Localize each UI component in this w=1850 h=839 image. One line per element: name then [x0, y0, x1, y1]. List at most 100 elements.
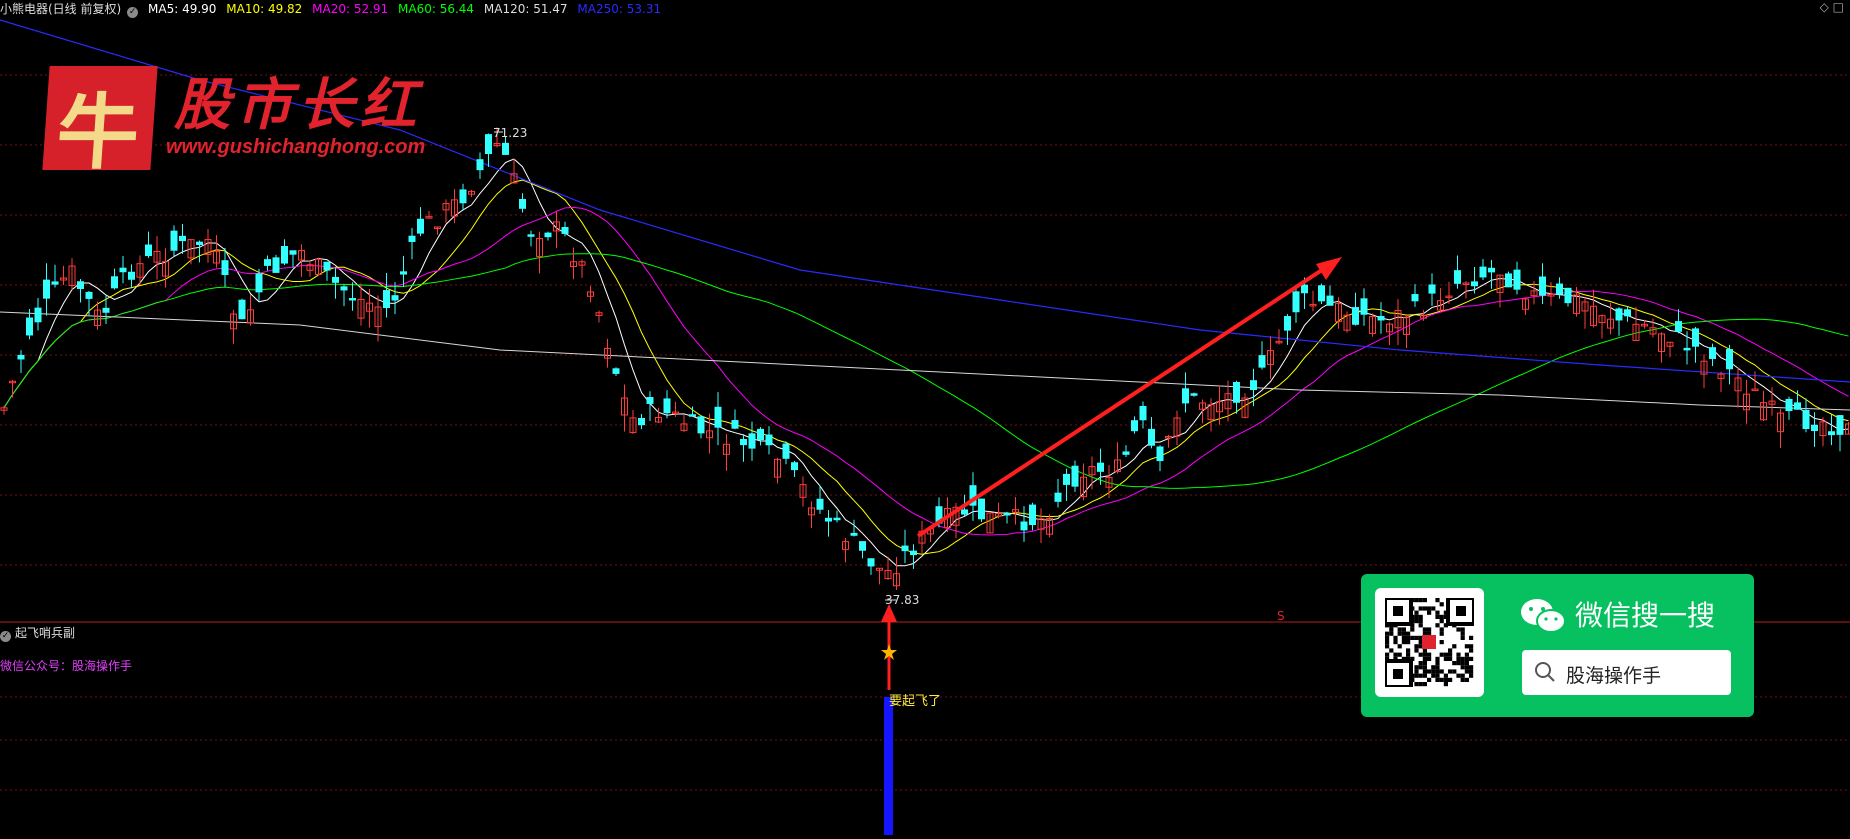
candle-body: [289, 250, 297, 255]
qr-module: [1464, 652, 1469, 657]
low-price-label: 37.83: [885, 593, 920, 607]
qr-module: [1448, 669, 1453, 674]
qr-module: [1435, 614, 1440, 619]
qr-module: [1439, 669, 1444, 674]
qr-module: [1443, 656, 1448, 661]
candle-body: [1292, 291, 1300, 313]
candle-body: [1539, 276, 1546, 296]
qr-module: [1406, 648, 1411, 653]
candle-body: [332, 276, 339, 283]
qr-module: [1422, 673, 1427, 678]
qr-module: [1464, 669, 1469, 674]
candle-body: [1751, 388, 1759, 392]
qr-module: [1439, 627, 1444, 632]
candle-body: [221, 260, 229, 276]
s-marker: S: [1277, 609, 1285, 623]
qr-module: [1452, 644, 1457, 649]
qr-module: [1456, 652, 1461, 657]
candle-body: [765, 434, 773, 446]
qr-module: [1448, 677, 1453, 682]
stock-title[interactable]: 小熊电器(日线 前复权): [0, 2, 121, 16]
subchart-title[interactable]: 起飞哨兵副: [15, 626, 75, 640]
candle-body: [519, 198, 526, 209]
qr-module: [1422, 606, 1427, 611]
qr-module: [1431, 606, 1436, 611]
qr-module: [1460, 665, 1465, 670]
qr-module: [1443, 652, 1448, 657]
qr-module: [1385, 640, 1390, 645]
qr-module: [1456, 661, 1461, 666]
qr-module: [1431, 669, 1436, 674]
subchart-settings-icon[interactable]: ✓: [0, 631, 11, 642]
qr-module: [1435, 665, 1440, 670]
qr-module: [1435, 661, 1440, 666]
candle-body: [85, 291, 93, 299]
qr-module: [1406, 635, 1411, 640]
qr-module: [1414, 673, 1419, 678]
ma10-value: MA10: 49.82: [226, 2, 303, 16]
candle-body: [391, 295, 399, 301]
candle-body: [689, 414, 696, 417]
qr-module: [1469, 644, 1474, 649]
candle-body: [1122, 451, 1130, 455]
qr-module: [1418, 614, 1423, 619]
qr-module: [1422, 661, 1427, 666]
candle-body: [170, 230, 178, 251]
candle-body: [43, 279, 50, 299]
qr-module: [1410, 635, 1415, 640]
qr-module: [1464, 644, 1469, 649]
logo-mark: 牛: [42, 66, 158, 181]
qr-module: [1422, 652, 1427, 657]
qr-finder-center: [1393, 669, 1403, 679]
qr-module: [1393, 652, 1398, 657]
candle-body: [1726, 349, 1733, 370]
qr-module: [1452, 669, 1457, 674]
candle-body: [459, 189, 467, 204]
candle-body: [408, 235, 416, 242]
candle-body: [502, 142, 509, 155]
qr-module: [1418, 682, 1423, 687]
ma120-line: [0, 311, 1850, 411]
qr-module: [1439, 602, 1444, 607]
candle-body: [527, 234, 535, 237]
candle-body: [646, 397, 654, 404]
candle-body: [1063, 473, 1070, 485]
logo-url: www.gushichanghong.com: [166, 136, 426, 158]
qr-module: [1448, 652, 1453, 657]
qr-module: [1427, 606, 1432, 611]
qr-module: [1414, 665, 1419, 670]
wechat-search-box[interactable]: 股海操作手: [1522, 650, 1731, 695]
qr-finder-center: [1393, 606, 1403, 616]
qr-module: [1401, 640, 1406, 645]
candle-body: [638, 417, 645, 426]
candle-body: [961, 509, 968, 515]
qr-module: [1406, 631, 1411, 636]
qr-module: [1414, 648, 1419, 653]
qr-module: [1414, 598, 1419, 603]
candle-body: [145, 244, 152, 257]
qr-module: [1460, 677, 1465, 682]
qr-module: [1439, 614, 1444, 619]
qr-module: [1385, 644, 1390, 649]
logo-title: 股市长红: [174, 72, 422, 138]
candle-body: [1301, 284, 1308, 294]
qr-module: [1414, 619, 1419, 624]
candle-body: [1479, 266, 1487, 278]
qr-code: [1375, 588, 1484, 697]
candle-body: [1326, 295, 1334, 306]
ma60-value: MA60: 56.44: [398, 2, 475, 16]
candle-body: [1488, 267, 1495, 273]
wechat-icon: [1521, 599, 1566, 633]
candle-body: [1675, 321, 1682, 332]
candle-body: [1318, 285, 1325, 302]
candle-body: [833, 517, 841, 521]
qr-module: [1427, 669, 1432, 674]
candle-body: [1428, 284, 1436, 294]
candle-body: [1564, 287, 1572, 304]
candle-body: [34, 307, 42, 323]
wechat-search-banner: 微信搜一搜 股海操作手: [1361, 574, 1754, 717]
window-controls[interactable]: ◇ □: [1820, 0, 1844, 14]
candle-body: [1811, 424, 1818, 432]
candle-body: [697, 416, 705, 434]
candle-body: [978, 498, 985, 520]
